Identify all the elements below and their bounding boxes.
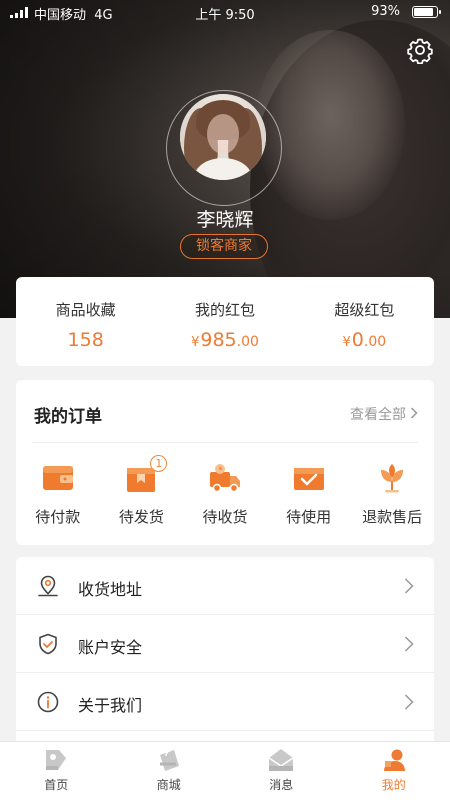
menu-label: 收货地址 — [78, 580, 143, 599]
order-pending-payment[interactable]: 待付款 — [16, 460, 100, 527]
order-count-badge: 1 — [150, 455, 168, 472]
package-icon: 1 — [123, 455, 168, 496]
order-pending-receipt[interactable]: 待收货 — [183, 460, 267, 527]
delivery-truck-icon — [207, 460, 243, 496]
avatar[interactable] — [180, 94, 266, 180]
settings-gear-icon[interactable] — [406, 36, 434, 65]
info-icon — [36, 690, 60, 714]
stat-label: 商品收藏 — [55, 301, 116, 319]
profile-header: 中国移动 4G 上午 9:50 93% 李晓辉 锁客商家 — [0, 0, 450, 318]
wallet-icon — [40, 460, 76, 496]
order-label: 待发货 — [118, 508, 164, 526]
tab-label: 首页 — [44, 778, 69, 792]
stat-value: ¥0.00 — [342, 329, 387, 351]
chevron-right-icon — [404, 693, 414, 711]
view-all-orders-link[interactable]: 查看全部 — [350, 404, 418, 424]
menu-item-address[interactable]: 收货地址 — [16, 557, 434, 615]
stat-super-red-packets[interactable]: 超级红包 ¥0.00 — [295, 277, 434, 366]
message-envelope-icon — [268, 748, 294, 772]
bottom-tab-bar: 首页 商城 消息 我的 — [0, 741, 450, 800]
home-tag-icon — [43, 748, 69, 772]
stats-card: 商品收藏 158 我的红包 ¥985.00 超级红包 ¥0.00 — [16, 277, 434, 366]
tab-label: 商城 — [156, 778, 181, 792]
shopping-bag-icon — [156, 748, 182, 772]
stat-value: ¥985.00 — [191, 329, 259, 351]
stat-label: 超级红包 — [334, 301, 395, 319]
refund-flower-icon — [374, 460, 410, 496]
tab-messages[interactable]: 消息 — [225, 742, 338, 800]
shield-icon — [36, 632, 60, 656]
menu-item-account-security[interactable]: 账户安全 — [16, 615, 434, 673]
battery-percent: 93% — [371, 4, 400, 19]
order-label: 待付款 — [35, 508, 81, 526]
chevron-right-icon — [404, 635, 414, 653]
stat-label: 我的红包 — [194, 301, 255, 319]
order-to-use[interactable]: 待使用 — [267, 460, 351, 527]
order-label: 待收货 — [202, 508, 248, 526]
order-label: 待使用 — [286, 508, 332, 526]
menu-label: 账户安全 — [78, 638, 143, 657]
order-label: 退款售后 — [362, 508, 423, 526]
user-role-badge: 锁客商家 — [180, 234, 268, 259]
orders-card: 我的订单 查看全部 待付款 1 待发货 待收货 待使用 退款售后 — [16, 380, 434, 545]
tab-mall[interactable]: 商城 — [113, 742, 226, 800]
user-icon — [381, 748, 407, 772]
tab-me[interactable]: 我的 — [338, 742, 450, 800]
user-name: 李晓辉 — [196, 209, 254, 231]
tab-label: 消息 — [269, 778, 294, 792]
tab-label: 我的 — [381, 778, 406, 792]
ticket-icon — [291, 460, 327, 496]
stat-red-packets[interactable]: 我的红包 ¥985.00 — [155, 277, 294, 366]
tab-home[interactable]: 首页 — [0, 742, 113, 800]
location-icon — [36, 574, 60, 598]
stat-value: 158 — [67, 329, 104, 351]
order-refund-after-sale[interactable]: 退款售后 — [350, 460, 434, 527]
menu-label: 关于我们 — [78, 696, 143, 715]
menu-item-about-us[interactable]: 关于我们 — [16, 673, 434, 731]
battery-icon — [412, 6, 441, 18]
orders-title: 我的订单 — [34, 407, 102, 427]
chevron-right-icon — [410, 407, 418, 423]
stat-favorites[interactable]: 商品收藏 158 — [16, 277, 155, 366]
order-pending-shipment[interactable]: 1 待发货 — [100, 455, 184, 527]
status-bar: 中国移动 4G 上午 9:50 93% — [0, 0, 450, 24]
chevron-right-icon — [404, 577, 414, 595]
settings-menu: 收货地址 账户安全 关于我们 — [16, 557, 434, 747]
